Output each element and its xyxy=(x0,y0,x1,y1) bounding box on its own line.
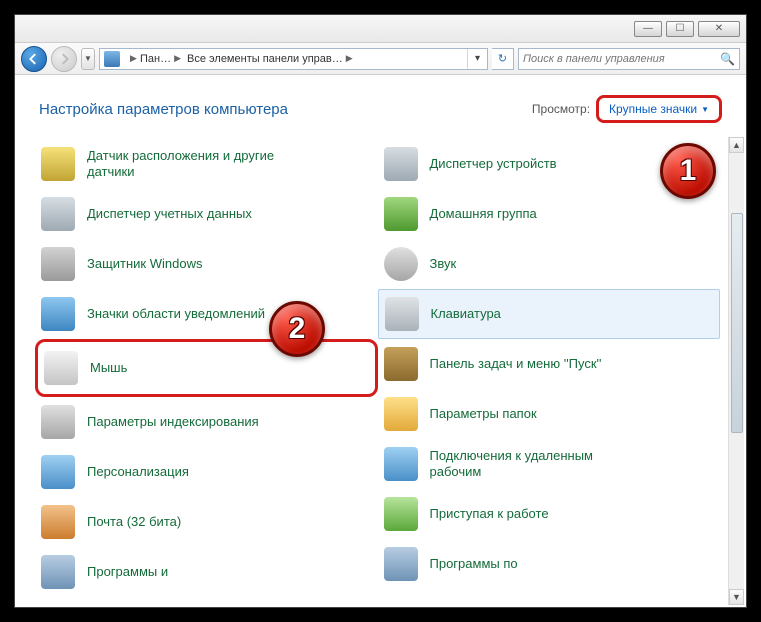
item-personalization[interactable]: Персонализация xyxy=(35,447,378,497)
callout-badge-2: 2 xyxy=(269,301,325,357)
item-programs-and[interactable]: Программы и xyxy=(35,547,378,597)
item-windows-defender[interactable]: Защитник Windows xyxy=(35,239,378,289)
item-programs-and-icon xyxy=(41,555,75,589)
item-personalization-label: Персонализация xyxy=(87,464,189,480)
items-column-left: Датчик расположения и другие датчики Дисп… xyxy=(35,139,378,607)
item-remote-connections-icon xyxy=(384,447,418,481)
item-mail-32-icon xyxy=(41,505,75,539)
item-taskbar-start-icon xyxy=(384,347,418,381)
forward-button[interactable] xyxy=(51,46,77,72)
item-mouse[interactable]: Мышь xyxy=(35,339,378,397)
breadcrumb-seg1[interactable]: ▶ Пан…▶ xyxy=(124,53,184,65)
item-getting-started-label: Приступая к работе xyxy=(430,506,549,522)
page-title: Настройка параметров компьютера xyxy=(39,101,288,118)
scroll-thumb[interactable] xyxy=(731,213,743,433)
item-credential-manager[interactable]: Диспетчер учетных данных xyxy=(35,189,378,239)
item-getting-started[interactable]: Приступая к работе xyxy=(378,489,721,539)
window: — ☐ ✕ ▼ ▶ Пан…▶ Все элементы панели упра… xyxy=(14,14,747,608)
refresh-button[interactable]: ↻ xyxy=(492,48,514,70)
control-panel-icon xyxy=(104,51,120,67)
search-input[interactable] xyxy=(523,53,720,65)
item-mouse-icon xyxy=(44,351,78,385)
item-remote-connections[interactable]: Подключения к удаленным рабочим xyxy=(378,439,721,489)
item-notification-icons[interactable]: Значки области уведомлений xyxy=(35,289,378,339)
item-getting-started-icon xyxy=(384,497,418,531)
items-grid: Датчик расположения и другие датчики Дисп… xyxy=(35,139,720,607)
item-programs-by-icon xyxy=(384,547,418,581)
scrollbar[interactable]: ▲ ▼ xyxy=(728,137,744,605)
item-keyboard-label: Клавиатура xyxy=(431,306,501,322)
item-device-manager-icon xyxy=(384,147,418,181)
view-by-dropdown[interactable]: Крупные значки▼ xyxy=(596,95,722,123)
item-folder-options-label: Параметры папок xyxy=(430,406,537,422)
item-sound-icon xyxy=(384,247,418,281)
item-keyboard-icon xyxy=(385,297,419,331)
maximize-button[interactable]: ☐ xyxy=(666,21,694,37)
nav-history-dropdown[interactable]: ▼ xyxy=(81,48,95,70)
item-sound-label: Звук xyxy=(430,256,457,272)
item-credential-manager-label: Диспетчер учетных данных xyxy=(87,206,252,222)
item-indexing-options[interactable]: Параметры индексирования xyxy=(35,397,378,447)
address-dropdown[interactable]: ▾ xyxy=(467,49,487,69)
content-header: Настройка параметров компьютера Просмотр… xyxy=(15,75,746,131)
view-by-label: Просмотр: xyxy=(532,102,590,116)
item-device-manager-label: Диспетчер устройств xyxy=(430,156,557,172)
item-indexing-options-icon xyxy=(41,405,75,439)
item-location-sensor[interactable]: Датчик расположения и другие датчики xyxy=(35,139,378,189)
item-programs-and-label: Программы и xyxy=(87,564,168,580)
item-programs-by-label: Программы по xyxy=(430,556,518,572)
item-remote-connections-label: Подключения к удаленным рабочим xyxy=(430,448,630,479)
scroll-down[interactable]: ▼ xyxy=(729,589,744,605)
search-icon: 🔍 xyxy=(720,52,735,66)
items-column-right: Диспетчер устройств Домашняя группа Звук Кл… xyxy=(378,139,721,607)
search-box[interactable]: 🔍 xyxy=(518,48,740,70)
close-button[interactable]: ✕ xyxy=(698,21,740,37)
item-programs-by[interactable]: Программы по xyxy=(378,539,721,589)
item-personalization-icon xyxy=(41,455,75,489)
item-keyboard[interactable]: Клавиатура xyxy=(378,289,721,339)
scroll-up[interactable]: ▲ xyxy=(729,137,744,153)
item-folder-options[interactable]: Параметры папок xyxy=(378,389,721,439)
item-notification-icons-label: Значки области уведомлений xyxy=(87,306,265,322)
item-credential-manager-icon xyxy=(41,197,75,231)
item-homegroup-icon xyxy=(384,197,418,231)
callout-badge-1: 1 xyxy=(660,143,716,199)
titlebar: — ☐ ✕ xyxy=(15,15,746,43)
content-area: Настройка параметров компьютера Просмотр… xyxy=(15,75,746,607)
nav-row: ▼ ▶ Пан…▶ Все элементы панели управ…▶ ▾ … xyxy=(15,43,746,75)
item-folder-options-icon xyxy=(384,397,418,431)
item-sound[interactable]: Звук xyxy=(378,239,721,289)
item-windows-defender-icon xyxy=(41,247,75,281)
breadcrumb-seg2[interactable]: Все элементы панели управ…▶ xyxy=(184,53,356,65)
item-taskbar-start-label: Панель задач и меню ''Пуск'' xyxy=(430,356,602,372)
item-notification-icons-icon xyxy=(41,297,75,331)
back-button[interactable] xyxy=(21,46,47,72)
item-homegroup[interactable]: Домашняя группа xyxy=(378,189,721,239)
item-indexing-options-label: Параметры индексирования xyxy=(87,414,259,430)
item-mouse-label: Мышь xyxy=(90,360,127,376)
item-windows-defender-label: Защитник Windows xyxy=(87,256,202,272)
item-taskbar-start[interactable]: Панель задач и меню ''Пуск'' xyxy=(378,339,721,389)
item-location-sensor-icon xyxy=(41,147,75,181)
address-bar[interactable]: ▶ Пан…▶ Все элементы панели управ…▶ ▾ xyxy=(99,48,488,70)
item-mail-32-label: Почта (32 бита) xyxy=(87,514,181,530)
item-mail-32[interactable]: Почта (32 бита) xyxy=(35,497,378,547)
view-by: Просмотр: Крупные значки▼ xyxy=(532,95,722,123)
item-location-sensor-label: Датчик расположения и другие датчики xyxy=(87,148,287,179)
minimize-button[interactable]: — xyxy=(634,21,662,37)
item-homegroup-label: Домашняя группа xyxy=(430,206,537,222)
